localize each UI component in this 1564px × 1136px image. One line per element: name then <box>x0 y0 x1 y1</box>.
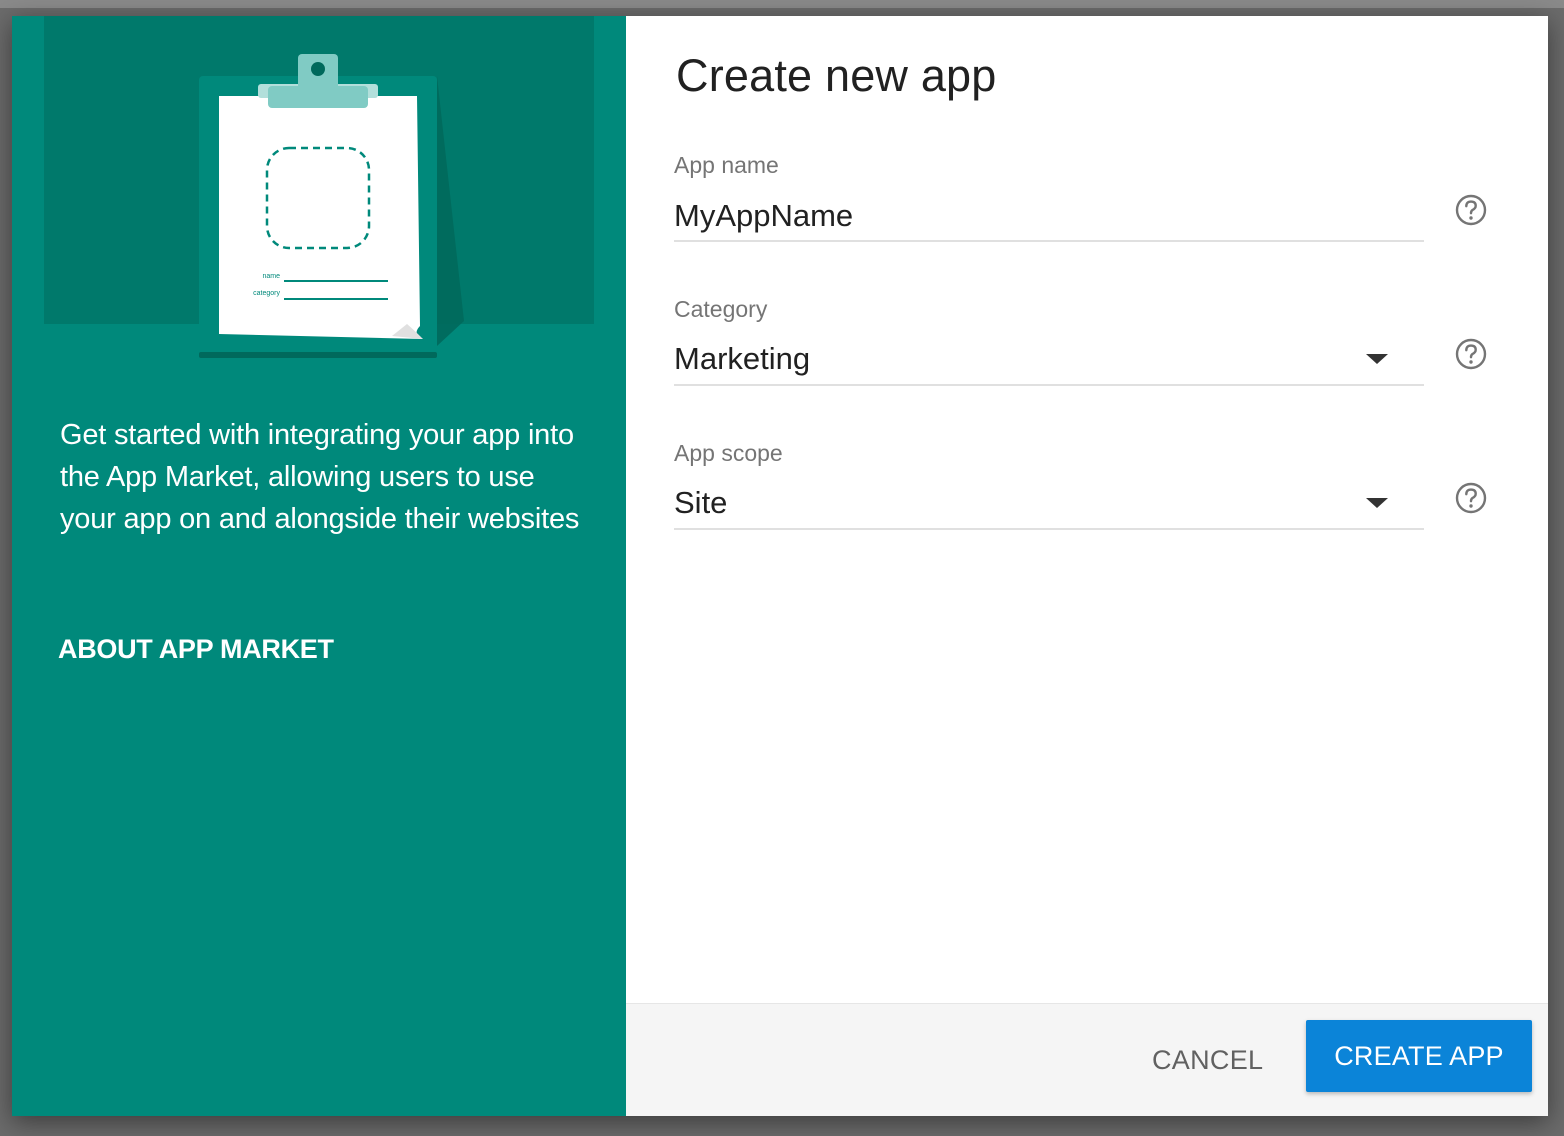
dialog-left-panel: name category Get started with integrati… <box>12 16 626 1116</box>
app-scope-select[interactable]: Site <box>674 480 1424 530</box>
create-app-button[interactable]: CREATE APP <box>1306 1020 1532 1092</box>
app-name-help-icon[interactable] <box>1454 193 1488 227</box>
intro-text: Get started with integrating your app in… <box>60 419 580 535</box>
dropdown-caret-icon <box>1366 498 1388 508</box>
dropdown-caret-icon <box>1366 354 1388 364</box>
app-name-label: App name <box>674 152 779 178</box>
cancel-button[interactable]: CANCEL <box>1138 1032 1277 1088</box>
dialog-right-panel: Create new app App name Category Marketi… <box>626 16 1548 1116</box>
category-field: Category Marketing <box>674 294 1424 386</box>
dialog-title: Create new app <box>676 50 997 101</box>
app-name-input[interactable] <box>674 192 1424 242</box>
create-app-dialog: name category Get started with integrati… <box>12 16 1548 1116</box>
app-scope-field: App scope Site <box>674 438 1424 530</box>
app-scope-help-icon[interactable] <box>1454 481 1488 515</box>
category-selected-value: Marketing <box>674 341 811 376</box>
category-select[interactable]: Marketing <box>674 336 1424 386</box>
dialog-footer: CANCEL CREATE APP <box>626 1003 1548 1116</box>
category-label: Category <box>674 296 768 322</box>
illustration-category-label: category <box>253 290 280 297</box>
category-help-icon[interactable] <box>1454 337 1488 371</box>
about-app-market-link[interactable]: ABOUT APP MARKET <box>58 634 334 665</box>
clipboard-illustration: name category <box>199 54 464 358</box>
app-name-field: App name <box>674 150 1424 242</box>
illustration-name-label: name <box>262 273 280 280</box>
page-backdrop <box>0 0 1564 8</box>
app-scope-selected-value: Site <box>674 485 728 520</box>
app-scope-label: App scope <box>674 440 783 466</box>
